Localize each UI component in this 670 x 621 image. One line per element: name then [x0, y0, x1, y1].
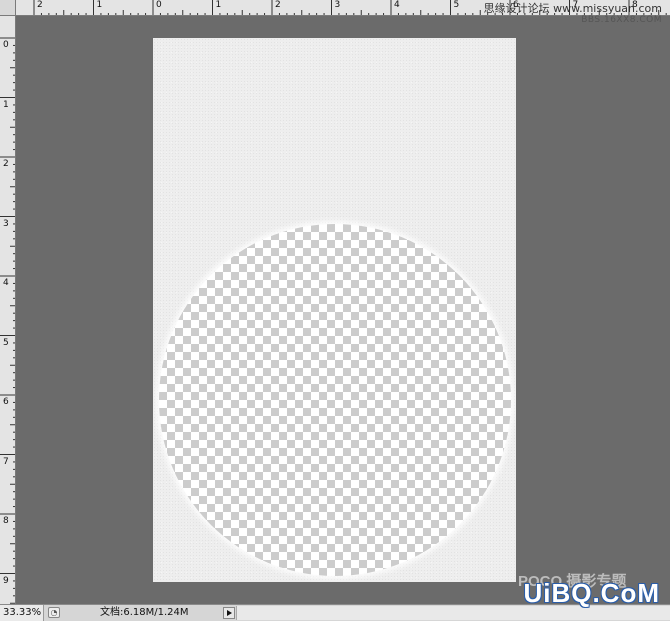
ruler-label: 3 — [3, 218, 9, 229]
document-size-info: 文档:6.18M/1.24M — [100, 607, 189, 618]
ruler-label: 1 — [215, 0, 222, 10]
preview-icon[interactable]: ◔ — [48, 607, 60, 618]
top-watermark: 思缘设计论坛 www.missyuan.com BBS.16XX8.COM — [484, 3, 662, 26]
ruler-label: 4 — [3, 278, 9, 288]
bottom-watermark: UiBQ.CoM — [523, 578, 660, 608]
ruler-label: 2 — [275, 0, 281, 10]
ruler-label: 7 — [3, 456, 9, 467]
ruler-label: 9 — [3, 575, 9, 586]
vertical-ruler[interactable]: 0 1 2 3 4 5 6 7 8 9 — [0, 16, 16, 604]
transparent-circle — [159, 224, 511, 576]
document-canvas[interactable] — [153, 38, 516, 582]
ruler-label: 5 — [3, 337, 9, 348]
top-watermark-line1: 思缘设计论坛 www.missyuan.com — [483, 2, 662, 15]
ruler-label: 2 — [37, 0, 43, 10]
canvas-workspace[interactable] — [16, 16, 670, 604]
ruler-label: 1 — [3, 99, 9, 110]
ruler-label: 0 — [156, 0, 162, 10]
status-menu-arrow-icon[interactable] — [223, 607, 235, 619]
ruler-label: 2 — [3, 159, 9, 169]
ruler-label: 5 — [453, 0, 460, 10]
ruler-label: 4 — [394, 0, 400, 10]
top-watermark-line2: BBS.16XX8.COM — [581, 15, 662, 25]
ruler-label: 8 — [3, 516, 9, 526]
ruler-label: 6 — [3, 397, 9, 407]
ruler-label: 0 — [3, 40, 9, 50]
ruler-label: 3 — [334, 0, 341, 10]
zoom-level-field[interactable]: 33.33% — [0, 605, 44, 621]
ruler-corner[interactable] — [0, 0, 16, 16]
ruler-label: 1 — [96, 0, 103, 10]
